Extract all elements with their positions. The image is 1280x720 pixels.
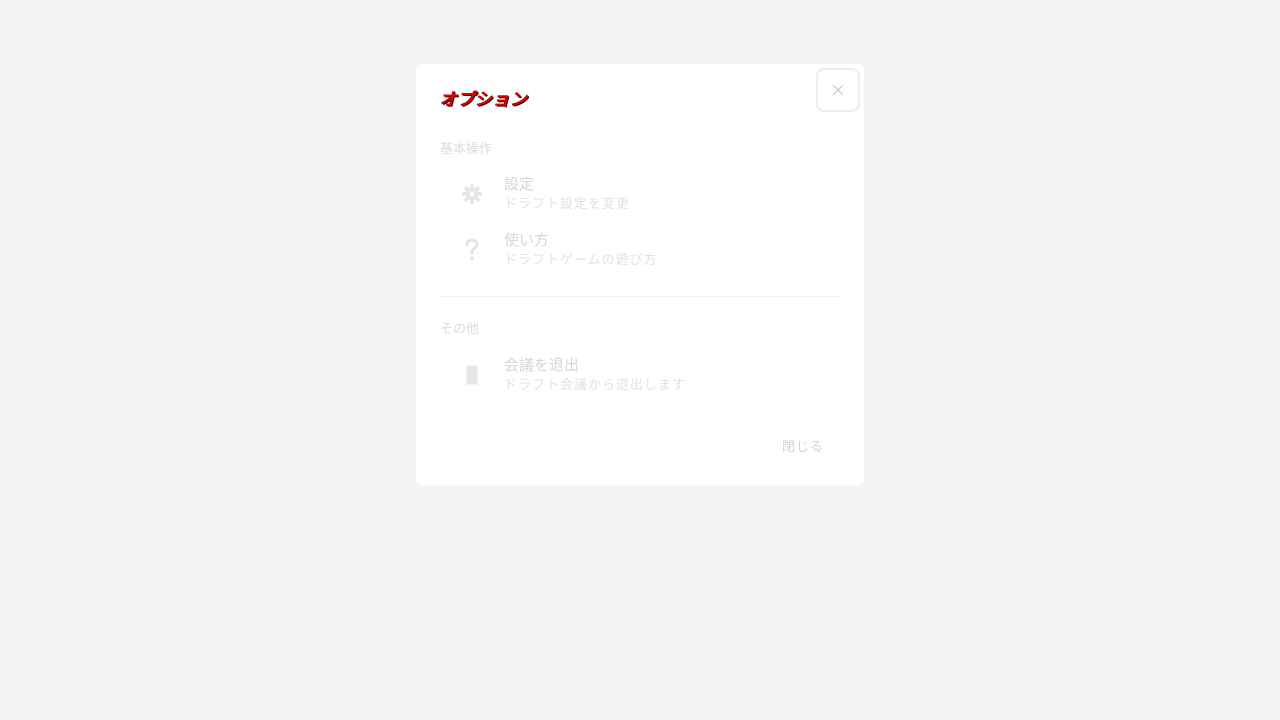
menu-item-description: ドラフト設定を変更 (504, 197, 631, 212)
menu-item-label: 使い方 (504, 231, 550, 249)
section-label-other: その他 (440, 322, 480, 337)
menu-item-label: 設定 (504, 175, 535, 193)
options-dialog: オプション 基本操作 設定 ドラフト設定を変更 使い方 ドラフトゲームの遊び方 … (416, 64, 864, 485)
door-icon (440, 349, 504, 401)
close-text-button[interactable]: 閉じる (782, 438, 824, 458)
close-icon (832, 84, 844, 96)
gear-icon (440, 168, 504, 220)
menu-item-how-to-play[interactable]: 使い方 ドラフトゲームの遊び方 (440, 224, 840, 276)
close-button[interactable] (816, 68, 860, 112)
menu-item-description: ドラフトゲームの遊び方 (504, 253, 658, 268)
dialog-title: オプション (440, 90, 528, 110)
menu-item-leave-meeting[interactable]: 会議を退出 ドラフト会議から退出します (440, 349, 840, 401)
section-label-basic: 基本操作 (440, 142, 493, 157)
menu-item-description: ドラフト会議から退出します (504, 378, 687, 393)
section-divider (440, 296, 840, 297)
question-icon (440, 224, 504, 276)
menu-item-label: 会議を退出 (504, 356, 580, 374)
menu-item-settings[interactable]: 設定 ドラフト設定を変更 (440, 168, 840, 220)
